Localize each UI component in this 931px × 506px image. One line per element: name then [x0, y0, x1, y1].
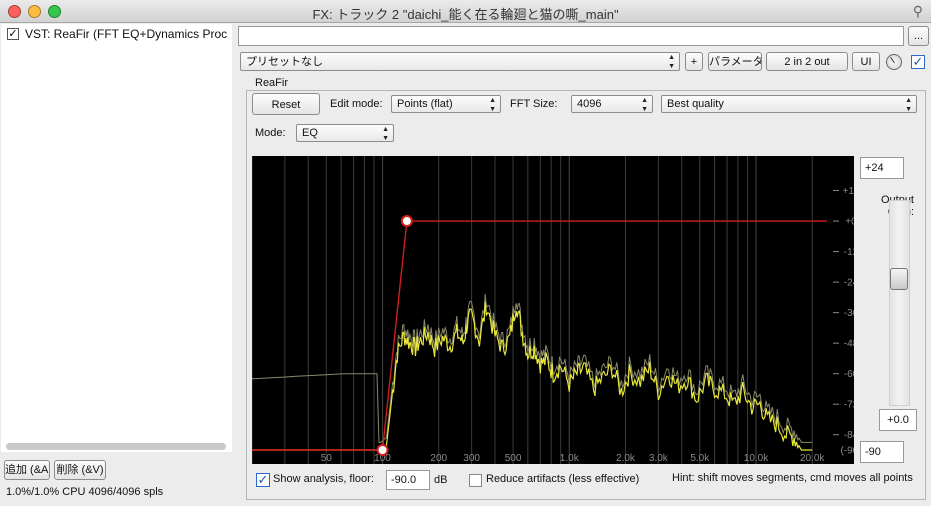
- cpu-status: 1.0%/1.0% CPU 4096/4096 spls: [6, 486, 164, 498]
- fft-size-value: 4096: [577, 98, 602, 110]
- floor-unit: dB: [434, 474, 448, 486]
- y-tick-label: -60: [844, 369, 854, 380]
- ui-button[interactable]: UI: [852, 52, 880, 71]
- graph-grid: [252, 156, 813, 464]
- y-axis-ticks: +12 +0 -12 -24 -36 -48 -60 -72 -84 (-90): [833, 186, 854, 457]
- edit-mode-label: Edit mode:: [330, 98, 383, 110]
- y-tick-label: -72: [844, 400, 854, 411]
- remove-fx-button[interactable]: 削除 (&V): [54, 460, 106, 480]
- add-preset-button[interactable]: +: [685, 52, 703, 71]
- fx-list-scrollbar[interactable]: [6, 443, 226, 450]
- x-tick-label: 300: [463, 453, 480, 464]
- mode-value: EQ: [302, 127, 318, 139]
- fx-item-label: VST: ReaFir (FFT EQ+Dynamics Proc: [25, 27, 228, 41]
- x-tick-label: 200: [430, 453, 447, 464]
- window-title: FX: トラック 2 "daichi_能く在る輪廻と猫の嘶_main": [312, 7, 619, 22]
- x-tick-label: 5.0k: [690, 453, 710, 464]
- y-tick-label: -12: [844, 247, 854, 258]
- reset-button[interactable]: Reset: [252, 93, 320, 115]
- gain-max-field[interactable]: +24: [860, 157, 904, 179]
- y-tick-label: -84: [844, 430, 854, 441]
- output-gain-slider-thumb[interactable]: [890, 268, 908, 290]
- wet-knob[interactable]: [886, 54, 902, 70]
- fft-size-select[interactable]: 4096 ▲ ▼: [571, 95, 653, 113]
- x-tick-label: 20.0k: [800, 453, 825, 464]
- show-analysis-checkbox[interactable]: ✓: [256, 473, 270, 487]
- y-tick-label: -48: [844, 339, 854, 350]
- x-tick-label: 50: [321, 453, 333, 464]
- eq-graph[interactable]: +12+0-12-24-36-48-60-72-84(-90) 50100200…: [252, 156, 854, 464]
- reduce-artifacts-label: Reduce artifacts (less effective): [486, 473, 640, 485]
- y-tick-label: -24: [844, 278, 854, 289]
- x-tick-label: 1.0k: [560, 453, 580, 464]
- title-bar: FX: トラック 2 "daichi_能く在る輪廻と猫の嘶_main" ⚲: [0, 0, 931, 23]
- output-gain-track[interactable]: [889, 200, 910, 406]
- y-tick-label: -36: [844, 308, 854, 319]
- edit-mode-value: Points (flat): [397, 98, 453, 110]
- params-button[interactable]: パラメータ: [708, 52, 762, 71]
- show-analysis-label: Show analysis, floor:: [273, 473, 374, 485]
- pin-icon[interactable]: ⚲: [913, 3, 923, 20]
- preset-select[interactable]: プリセットなし ▲ ▼: [240, 52, 680, 71]
- quality-select[interactable]: Best quality ▲ ▼: [661, 95, 917, 113]
- mode-select[interactable]: EQ ▲ ▼: [296, 124, 394, 142]
- x-axis-ticks: 50 100 200 300 500 1.0k 2.0k 3.0k 5.0k 10.0k 20.0k: [321, 453, 826, 464]
- x-tick-label: 2.0k: [616, 453, 636, 464]
- updown-arrows-icon: ▲ ▼: [668, 54, 675, 70]
- analysis-floor-field[interactable]: -90.0: [386, 470, 430, 490]
- output-gain-value[interactable]: +0.0: [879, 409, 917, 431]
- bypass-checkbox[interactable]: ✓: [911, 55, 925, 69]
- knob-indicator: [890, 56, 895, 64]
- edit-mode-select[interactable]: Points (flat) ▲ ▼: [391, 95, 501, 113]
- quality-value: Best quality: [667, 98, 724, 110]
- mode-label: Mode:: [255, 127, 286, 139]
- io-pins-button[interactable]: 2 in 2 out: [766, 52, 848, 71]
- hint-text: Hint: shift moves segments, cmd moves al…: [672, 472, 913, 484]
- updown-arrows-icon: ▲ ▼: [905, 97, 912, 113]
- updown-arrows-icon: ▲ ▼: [382, 126, 389, 142]
- fx-item-reafir[interactable]: ✓ VST: ReaFir (FFT EQ+Dynamics Proc: [1, 24, 232, 44]
- fft-size-label: FFT Size:: [510, 98, 558, 110]
- fx-name-field[interactable]: [238, 26, 904, 46]
- x-tick-label: 3.0k: [649, 453, 669, 464]
- preset-value: プリセットなし: [246, 56, 323, 68]
- add-fx-button[interactable]: 追加 (&A): [4, 460, 50, 480]
- y-tick-label: +0: [845, 217, 854, 228]
- fx-chain-list[interactable]: ✓ VST: ReaFir (FFT EQ+Dynamics Proc: [1, 24, 232, 452]
- eq-point-handle[interactable]: [400, 215, 413, 228]
- analysis-line: [252, 301, 813, 451]
- plugin-name: ReaFir: [255, 77, 289, 89]
- reduce-artifacts-checkbox[interactable]: [469, 474, 482, 487]
- fx-enable-checkbox[interactable]: ✓: [7, 28, 19, 40]
- x-tick-label: 500: [505, 453, 522, 464]
- updown-arrows-icon: ▲ ▼: [641, 97, 648, 113]
- y-tick-label: (-90): [840, 446, 854, 457]
- x-tick-label: 10.0k: [744, 453, 769, 464]
- eq-curve: [252, 220, 827, 451]
- gain-min-field[interactable]: -90: [860, 441, 904, 463]
- eq-point-handle[interactable]: [376, 444, 389, 456]
- analysis-peak-line: [252, 293, 813, 443]
- updown-arrows-icon: ▲ ▼: [489, 97, 496, 113]
- y-tick-label: +12: [843, 186, 854, 197]
- browse-button[interactable]: ...: [908, 26, 929, 46]
